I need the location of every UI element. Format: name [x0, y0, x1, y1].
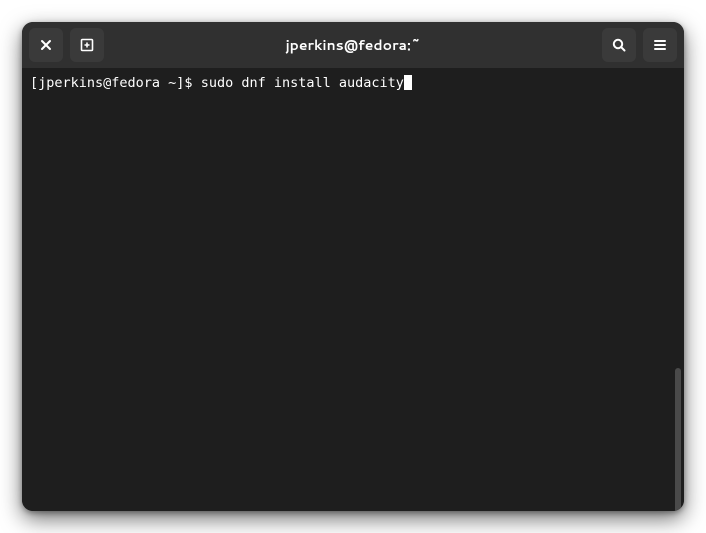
- new-tab-icon: [79, 37, 95, 53]
- window-title: jperkins@fedora:~: [104, 35, 602, 55]
- terminal-body[interactable]: [jperkins@fedora ~]$ sudo dnf install au…: [22, 68, 684, 511]
- terminal-window: jperkins@fedora:~ [jperkins@fedora ~]$ s…: [22, 22, 684, 511]
- hamburger-icon: [652, 37, 668, 53]
- search-button[interactable]: [602, 28, 636, 62]
- shell-prompt: [jperkins@fedora ~]$: [30, 75, 201, 91]
- text-cursor: [404, 75, 412, 90]
- shell-command: sudo dnf install audacity: [201, 75, 404, 91]
- scrollbar-thumb[interactable]: [675, 368, 681, 511]
- search-icon: [611, 37, 627, 53]
- titlebar-right-controls: [602, 28, 677, 62]
- close-icon: [38, 37, 54, 53]
- menu-button[interactable]: [643, 28, 677, 62]
- close-button[interactable]: [29, 28, 63, 62]
- titlebar: jperkins@fedora:~: [22, 22, 684, 68]
- new-tab-button[interactable]: [70, 28, 104, 62]
- titlebar-left-controls: [29, 28, 104, 62]
